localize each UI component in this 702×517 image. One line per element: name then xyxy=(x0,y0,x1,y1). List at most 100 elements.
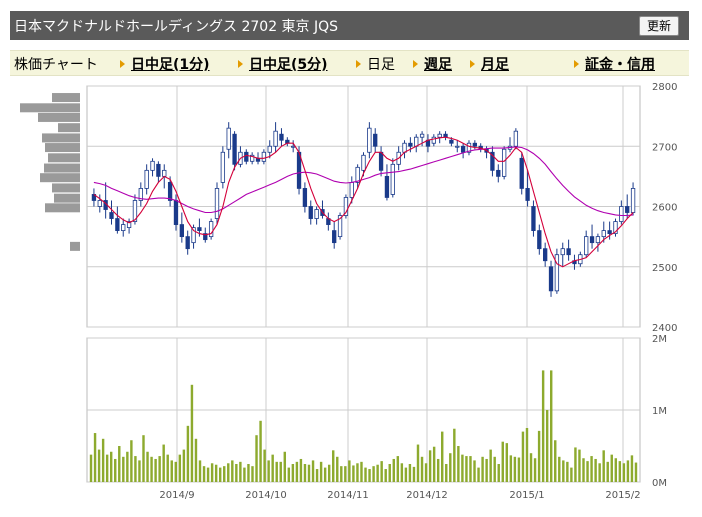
candle-body xyxy=(115,218,120,232)
volume-bar xyxy=(392,458,395,482)
candle-body xyxy=(513,130,519,147)
candle-body xyxy=(449,139,454,144)
volume-bar xyxy=(327,464,331,482)
volume-bar xyxy=(412,466,416,482)
volume-bar xyxy=(251,466,254,482)
volume-bar xyxy=(283,451,286,482)
volume-bar xyxy=(227,463,230,482)
volume-bar xyxy=(198,460,202,482)
candle-body xyxy=(537,230,542,250)
volume-bar xyxy=(372,466,375,482)
candle-body xyxy=(601,230,606,238)
candle-body xyxy=(279,133,284,141)
volume-bar xyxy=(529,453,533,482)
volume-bar xyxy=(364,467,367,482)
volume-bar xyxy=(190,384,194,482)
volume-bar xyxy=(481,456,484,482)
volume-bar xyxy=(303,464,307,482)
price-volume-profile-bar xyxy=(52,183,80,193)
candle-body xyxy=(595,236,601,244)
volume-bar xyxy=(610,454,613,482)
volume-bar xyxy=(352,465,355,482)
volume-bar xyxy=(590,456,593,482)
volume-bar xyxy=(344,466,347,482)
candle-body xyxy=(566,248,571,256)
volume-bar xyxy=(97,449,101,482)
volume-bar xyxy=(578,449,581,482)
candle-body xyxy=(431,136,436,144)
volume-bar xyxy=(408,464,412,482)
price-volume-profile-bar xyxy=(42,133,80,143)
volume-bar xyxy=(202,466,206,482)
volume-bar xyxy=(336,456,339,482)
volume-bar xyxy=(445,464,448,482)
candle-body xyxy=(607,230,612,235)
volume-bar xyxy=(513,456,517,482)
volume-bar xyxy=(465,456,468,482)
volume-bar xyxy=(493,456,496,482)
candle-body xyxy=(314,209,319,219)
candle-body xyxy=(232,133,237,165)
volume-bar xyxy=(368,469,371,482)
volume-bar xyxy=(420,456,424,482)
price-volume-profile-bar xyxy=(45,143,80,153)
candle-body xyxy=(584,236,589,256)
candle-body xyxy=(560,248,565,256)
candle-body xyxy=(625,206,630,213)
volume-bar xyxy=(105,454,109,482)
volume-bar xyxy=(416,444,420,482)
volume-bar xyxy=(545,410,549,482)
volume-bar xyxy=(541,370,545,482)
stock-chart: 2014/9 2014/10 2014/11 2014/12 2015/1 2015/2 2… xyxy=(20,82,677,501)
candle-body xyxy=(460,145,466,153)
volume-bar xyxy=(602,450,605,482)
volume-bar xyxy=(477,467,480,482)
candle-body xyxy=(543,248,548,262)
volume-bar xyxy=(598,463,601,482)
volume-bar xyxy=(614,458,618,482)
candle-body xyxy=(519,157,524,189)
volume-bar xyxy=(194,438,198,482)
candle-body xyxy=(630,188,636,213)
volume-bar xyxy=(319,461,323,482)
volume-bar xyxy=(441,431,444,482)
volume-bar xyxy=(509,455,513,482)
volume-bar xyxy=(404,467,408,482)
candle-body xyxy=(167,181,173,201)
candle-body xyxy=(162,169,167,177)
volume-bar xyxy=(122,456,125,482)
volume-bar xyxy=(388,464,391,482)
candle-body xyxy=(361,154,366,171)
candle-body xyxy=(273,130,278,147)
volume-bar xyxy=(537,430,541,482)
price-volume-profile-bar xyxy=(70,241,80,251)
price-volume-profile-bar xyxy=(54,193,80,203)
volume-bar xyxy=(562,460,565,482)
candle-body xyxy=(226,127,231,150)
volume-bar xyxy=(380,461,383,482)
volume-bar xyxy=(400,463,404,482)
candle-body xyxy=(214,188,220,219)
x-tick-label: 2014/12 xyxy=(406,490,448,501)
volume-bar xyxy=(521,431,525,482)
volume-bar xyxy=(259,420,262,482)
volume-bar xyxy=(457,446,460,482)
volume-bar xyxy=(287,467,291,482)
volume-tick-label: 2M xyxy=(652,334,667,345)
volume-bar xyxy=(469,456,472,482)
volume-bar xyxy=(162,444,165,482)
candle-body xyxy=(384,175,390,198)
price-volume-profile-bar xyxy=(45,203,80,213)
y-tick-label: 2600 xyxy=(652,203,677,214)
volume-bar xyxy=(210,463,214,482)
volume-bar xyxy=(574,447,577,482)
candle-body xyxy=(414,136,419,147)
volume-bar xyxy=(89,454,93,482)
volume-bar xyxy=(432,446,436,482)
volume-bar xyxy=(453,428,456,482)
volume-tick-label: 0M xyxy=(652,478,667,489)
candle-body xyxy=(525,188,530,201)
volume-bar xyxy=(311,460,315,482)
volume-bar xyxy=(505,443,509,482)
volume-bar xyxy=(626,460,630,482)
